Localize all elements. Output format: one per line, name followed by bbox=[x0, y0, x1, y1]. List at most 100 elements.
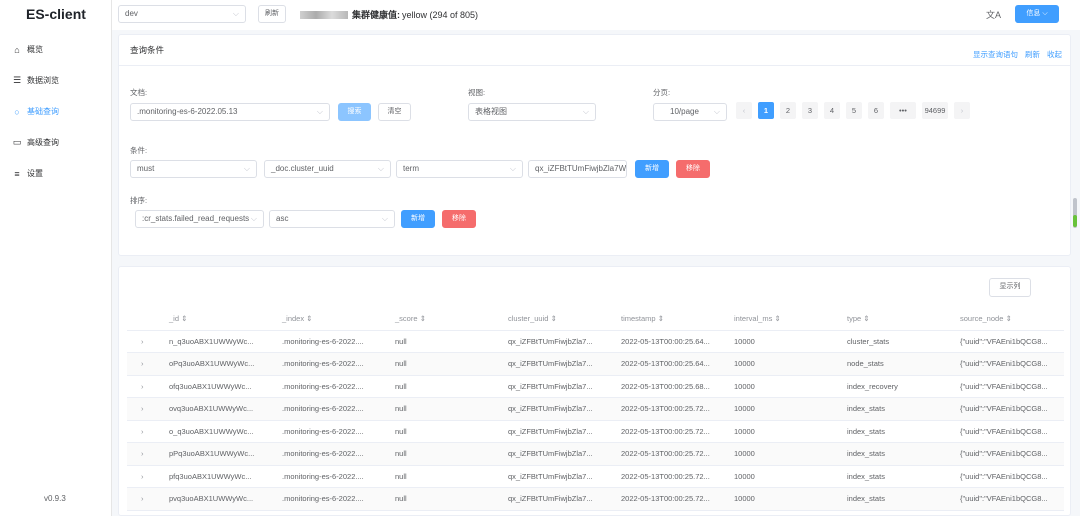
chevron-down-icon: ⌵ bbox=[1042, 10, 1048, 17]
remove-condition-button[interactable]: 移除 bbox=[676, 160, 710, 178]
expand-row-icon[interactable]: › bbox=[127, 330, 163, 353]
show-columns-button[interactable]: 显示列 bbox=[989, 278, 1031, 297]
search-button[interactable]: 搜索 bbox=[338, 103, 371, 121]
table-cell: 10000 bbox=[728, 442, 841, 466]
page-number[interactable]: 2 bbox=[780, 102, 796, 119]
table-row[interactable]: › pvq3uoABX1UWWyWc... .monitoring-es-6-202… bbox=[127, 487, 1064, 511]
clear-button[interactable]: 清空 bbox=[378, 103, 411, 121]
table-row[interactable]: › n_q3uoABX1UWWyWc... .monitoring-es-6-202… bbox=[127, 330, 1064, 353]
page-number[interactable]: 6 bbox=[868, 102, 884, 119]
sort-field-select[interactable]: :cr_stats.failed_read_requests ⌵ bbox=[135, 210, 264, 228]
next-page-icon[interactable]: › bbox=[954, 102, 970, 119]
sidebar-item[interactable]: ○ 基础查询 bbox=[0, 96, 112, 127]
remove-sort-button[interactable]: 移除 bbox=[442, 210, 476, 228]
app-root: ES-client ⌂ 概览 ☰ 数据浏览 ○ 基础查询 ▭ 高级查询 ≡ 设置 v0.9.3 d… bbox=[0, 0, 1080, 516]
table-cell: 10000 bbox=[728, 330, 841, 353]
table-row[interactable]: › oPq3uoABX1UWWyWc... .monitoring-es-6-202… bbox=[127, 352, 1064, 376]
show-query-link[interactable]: 显示查询语句 bbox=[973, 49, 1018, 60]
page-number[interactable]: 94699 bbox=[922, 102, 948, 119]
table-row[interactable]: › ofq3uoABX1UWWyWc... .monitoring-es-6-202… bbox=[127, 375, 1064, 398]
refresh-link[interactable]: 刷新 bbox=[1025, 49, 1040, 60]
info-label: 信息 bbox=[1026, 10, 1041, 17]
add-sort-button[interactable]: 新增 bbox=[401, 210, 435, 228]
sort-label: 排序: bbox=[130, 196, 148, 205]
language-icon[interactable]: 文A bbox=[986, 8, 1001, 21]
page-number[interactable]: 1 bbox=[758, 102, 774, 119]
column-header[interactable]: _id ⇕ bbox=[163, 308, 276, 331]
expand-row-icon[interactable]: › bbox=[127, 397, 163, 421]
cluster-select[interactable]: dev ⌵ bbox=[118, 5, 246, 23]
home-icon: ⌂ bbox=[14, 44, 20, 55]
condition-value-input[interactable]: qx_iZFBtTUmFiwjbZla7WA bbox=[528, 160, 627, 178]
table-cell: null bbox=[389, 397, 502, 421]
table-cell: 10000 bbox=[728, 420, 841, 443]
pagination: ‹ 1 2 3 4 5 6 ••• 94699 › bbox=[736, 102, 970, 119]
page-number[interactable]: ••• bbox=[890, 102, 916, 119]
page-number[interactable]: 5 bbox=[846, 102, 862, 119]
table-cell: .monitoring-es-6-2022.... bbox=[276, 465, 389, 488]
prev-page-icon[interactable]: ‹ bbox=[736, 102, 752, 119]
table-cell: 10000 bbox=[728, 465, 841, 488]
column-header[interactable]: cluster_uuid ⇕ bbox=[502, 308, 615, 331]
page-label: 分页: bbox=[653, 88, 671, 97]
column-header[interactable]: type ⇕ bbox=[841, 308, 954, 331]
collapse-link[interactable]: 收起 bbox=[1047, 49, 1062, 60]
expand-row-icon[interactable]: › bbox=[127, 352, 163, 376]
sidebar-item[interactable]: ▭ 高级查询 bbox=[0, 127, 112, 158]
expand-row-icon[interactable]: › bbox=[127, 465, 163, 488]
scroll-indicator bbox=[1073, 215, 1077, 227]
expand-row-icon[interactable]: › bbox=[127, 420, 163, 443]
table-cell: null bbox=[389, 465, 502, 488]
view-select[interactable]: 表格视图 ⌵ bbox=[468, 103, 596, 121]
page-size-select[interactable]: 10/page ⌵ bbox=[653, 103, 727, 121]
doc-label: 文档: bbox=[130, 88, 148, 97]
page-size-value: 10/page bbox=[670, 107, 699, 116]
table-row[interactable]: › pPq3uoABX1UWWyWc... .monitoring-es-6-202… bbox=[127, 442, 1064, 466]
table-row[interactable]: › ovq3uoABX1UWWyWc... .monitoring-es-6-202… bbox=[127, 397, 1064, 421]
table-cell: 2022-05-13T00:00:25.64... bbox=[615, 330, 728, 353]
chevron-down-icon: ⌵ bbox=[316, 107, 323, 116]
add-condition-button[interactable]: 新增 bbox=[635, 160, 669, 178]
table-cell: {"uuid":"VFAEni1bQCG8... bbox=[954, 330, 1064, 353]
expand-column-header bbox=[127, 308, 163, 331]
expand-row-icon[interactable]: › bbox=[127, 487, 163, 511]
table-cell: 2022-05-13T00:00:25.72... bbox=[615, 465, 728, 488]
condition-label: 条件: bbox=[130, 146, 148, 155]
table-cell: .monitoring-es-6-2022.... bbox=[276, 420, 389, 443]
table-cell: qx_iZFBtTUmFiwjbZla7... bbox=[502, 330, 615, 353]
column-header[interactable]: interval_ms ⇕ bbox=[728, 308, 841, 331]
refresh-button[interactable]: 刷新 bbox=[258, 5, 286, 23]
column-header[interactable]: source_node ⇕ bbox=[954, 308, 1064, 331]
condition-value-text: qx_iZFBtTUmFiwjbZla7WA bbox=[535, 164, 627, 173]
table-cell: pPq3uoABX1UWWyWc... bbox=[163, 442, 276, 466]
column-header[interactable]: _index ⇕ bbox=[276, 308, 389, 331]
info-dropdown-button[interactable]: 信息 ⌵ bbox=[1015, 5, 1059, 23]
column-header[interactable]: _score ⇕ bbox=[389, 308, 502, 331]
table-cell: null bbox=[389, 420, 502, 443]
condition-field-select[interactable]: _doc.cluster_uuid ⌵ bbox=[264, 160, 391, 178]
expand-row-icon[interactable]: › bbox=[127, 375, 163, 398]
sliders-icon: ≡ bbox=[14, 168, 20, 179]
table-cell: {"uuid":"VFAEni1bQCG8... bbox=[954, 420, 1064, 443]
chevron-down-icon: ⌵ bbox=[250, 214, 257, 223]
table-cell: 10000 bbox=[728, 375, 841, 398]
table-row[interactable]: › pfq3uoABX1UWWyWc... .monitoring-es-6-202… bbox=[127, 465, 1064, 488]
sort-order-select[interactable]: asc ⌵ bbox=[269, 210, 395, 228]
page-number[interactable]: 3 bbox=[802, 102, 818, 119]
column-header[interactable]: timestamp ⇕ bbox=[615, 308, 728, 331]
doc-select[interactable]: .monitoring-es-6-2022.05.13 ⌵ bbox=[130, 103, 330, 121]
sidebar-item[interactable]: ⌂ 概览 bbox=[0, 34, 112, 65]
condition-bool-select[interactable]: must ⌵ bbox=[130, 160, 257, 178]
table-row[interactable]: › o_q3uoABX1UWWyWc... .monitoring-es-6-202… bbox=[127, 420, 1064, 443]
chevron-down-icon: ⌵ bbox=[582, 107, 589, 116]
sidebar-item[interactable]: ☰ 数据浏览 bbox=[0, 65, 112, 96]
condition-bool-value: must bbox=[137, 164, 155, 173]
doc-select-value: .monitoring-es-6-2022.05.13 bbox=[137, 107, 238, 116]
table-cell: null bbox=[389, 330, 502, 353]
expand-row-icon[interactable]: › bbox=[127, 442, 163, 466]
table-cell: 2022-05-13T00:00:25.72... bbox=[615, 397, 728, 421]
sidebar-item-label: 基础查询 bbox=[27, 107, 59, 116]
page-number[interactable]: 4 bbox=[824, 102, 840, 119]
sidebar-item[interactable]: ≡ 设置 bbox=[0, 158, 112, 189]
condition-op-select[interactable]: term ⌵ bbox=[396, 160, 523, 178]
